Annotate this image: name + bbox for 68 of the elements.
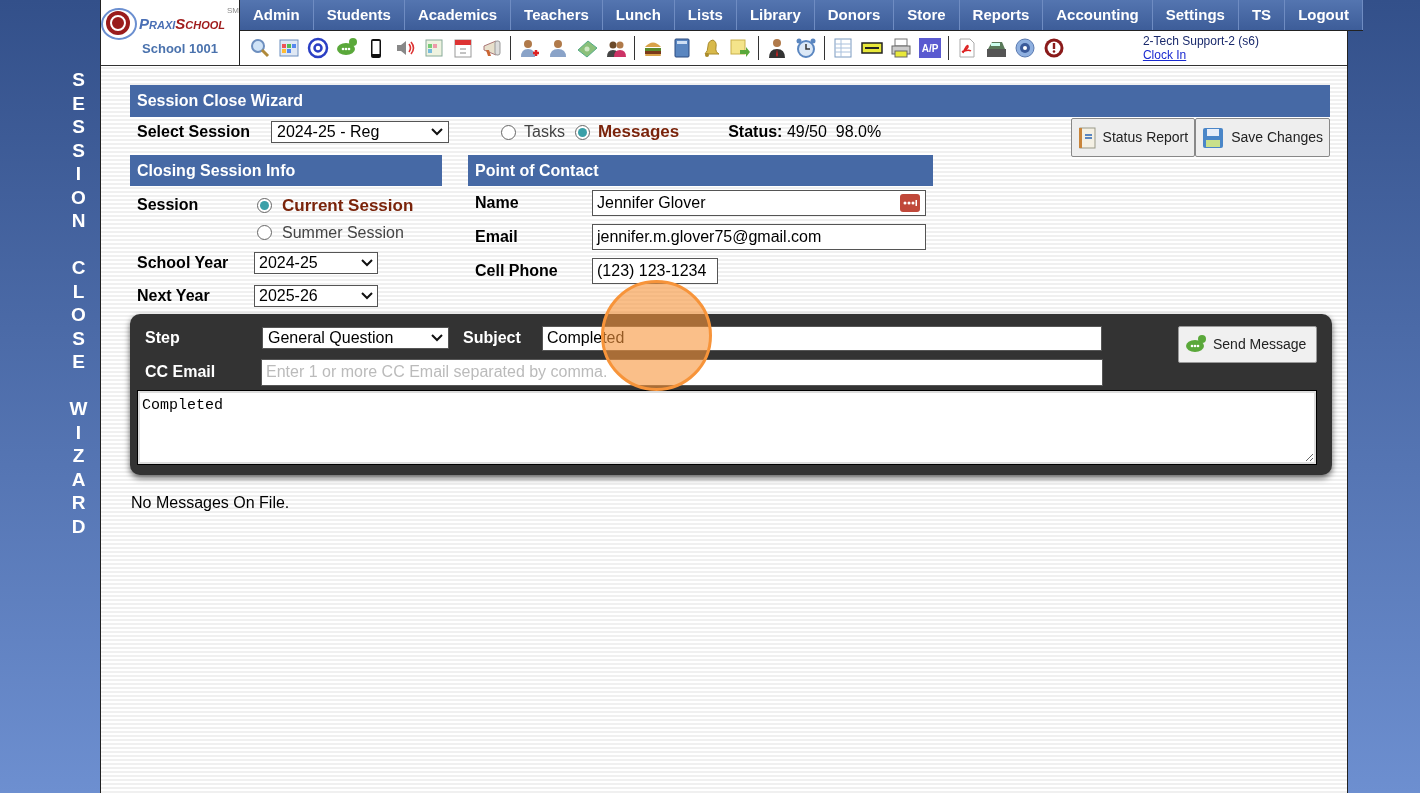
radio-label[interactable]: Summer Session bbox=[282, 220, 404, 245]
nav-tab[interactable]: Library bbox=[736, 0, 815, 30]
report-icon bbox=[1077, 126, 1096, 149]
send-message-button[interactable]: Send Message bbox=[1178, 325, 1317, 363]
wizard-header: Session Close Wizard bbox=[130, 85, 1330, 117]
save-changes-button[interactable]: Save Changes bbox=[1195, 118, 1330, 157]
nav-tab[interactable]: Store bbox=[894, 0, 960, 30]
school-year-select[interactable]: 2024-25 bbox=[254, 251, 378, 274]
dropdown-caret-icon bbox=[361, 258, 373, 267]
save-icon bbox=[1202, 126, 1225, 149]
nav-tab[interactable]: Teachers bbox=[511, 0, 603, 30]
step-select[interactable]: General Question bbox=[262, 327, 449, 349]
radio-button[interactable] bbox=[257, 198, 272, 214]
nav-tab[interactable]: Reports bbox=[959, 0, 1044, 30]
dropdown-caret-icon bbox=[431, 128, 443, 136]
section-header: Closing Session Info bbox=[130, 155, 442, 186]
cc-email-field[interactable]: Enter 1 or more CC Email separated by comma. bbox=[261, 358, 1103, 386]
trademark: SM bbox=[227, 6, 240, 15]
field-label: CC Email bbox=[145, 362, 217, 382]
next-year-select[interactable]: 2025-26 bbox=[254, 284, 378, 307]
field-label: Next Year bbox=[137, 285, 211, 306]
radio-button[interactable] bbox=[501, 124, 516, 140]
more-icon[interactable] bbox=[899, 193, 921, 213]
radio-button[interactable] bbox=[574, 124, 590, 140]
clock-in-link[interactable]: Clock In bbox=[1142, 48, 1259, 62]
user-name: 2-Tech Support-2 (s6) bbox=[1142, 34, 1259, 48]
nav-tab[interactable]: Academics bbox=[404, 0, 512, 30]
field-label: Step bbox=[145, 328, 181, 348]
nav-tab[interactable]: Donors bbox=[814, 0, 895, 30]
field-label: Name bbox=[475, 193, 520, 213]
section-header: Point of Contact bbox=[468, 155, 933, 186]
empty-message-note: No Messages On File. bbox=[131, 492, 291, 513]
grid-icon[interactable] bbox=[277, 37, 302, 59]
nav-tab[interactable]: Admin bbox=[240, 0, 314, 30]
side-title: SESSION CLOSE WIZARD bbox=[69, 68, 88, 539]
message-body-field[interactable]: Completed bbox=[138, 390, 1316, 464]
nav-tab[interactable]: Lists bbox=[674, 0, 737, 30]
phone-field[interactable]: (123) 123-1234 bbox=[592, 258, 718, 284]
email-field[interactable]: jennifer.m.glover75@gmail.com bbox=[592, 224, 926, 250]
nav-tab[interactable]: Accounting bbox=[1043, 0, 1153, 30]
school-name: School 1001 bbox=[142, 39, 218, 58]
field-label: Email bbox=[475, 227, 519, 247]
field-label: Cell Phone bbox=[475, 261, 559, 281]
brand-name: PraxiSchool bbox=[139, 13, 226, 34]
session-select[interactable]: 2024-25 - Reg bbox=[271, 121, 449, 143]
status-report-button[interactable]: Status Report bbox=[1070, 118, 1196, 157]
nav-tab[interactable]: Settings bbox=[1152, 0, 1239, 30]
radio-label[interactable]: Current Session bbox=[282, 193, 414, 219]
name-field[interactable]: Jennifer Glover bbox=[592, 190, 926, 216]
chat-bubble-icon bbox=[1185, 334, 1207, 354]
note-arrow-icon[interactable] bbox=[728, 37, 753, 59]
field-label: Select Session bbox=[137, 122, 251, 142]
nav-tab[interactable]: Students bbox=[313, 0, 405, 30]
status-text: Status: 49/50 98.0% bbox=[728, 122, 882, 142]
radio-label[interactable]: Messages bbox=[597, 119, 680, 145]
nav-tab[interactable]: TS bbox=[1238, 0, 1286, 30]
field-label: School Year bbox=[137, 252, 230, 273]
nav-tab[interactable]: Lunch bbox=[602, 0, 675, 30]
field-label: Session bbox=[137, 195, 200, 215]
accounts-payable-icon[interactable]: A/P bbox=[919, 38, 942, 58]
dropdown-caret-icon bbox=[361, 291, 373, 300]
dropdown-caret-icon bbox=[431, 334, 443, 342]
radio-label[interactable]: Tasks bbox=[524, 120, 565, 144]
nav-tab[interactable]: Logout bbox=[1285, 0, 1363, 30]
radio-button[interactable] bbox=[257, 225, 272, 240]
logo[interactable]: PraxiSchool SM School 1001 bbox=[101, 0, 241, 65]
field-label: Subject bbox=[463, 328, 522, 348]
printer-icon[interactable] bbox=[889, 37, 914, 59]
